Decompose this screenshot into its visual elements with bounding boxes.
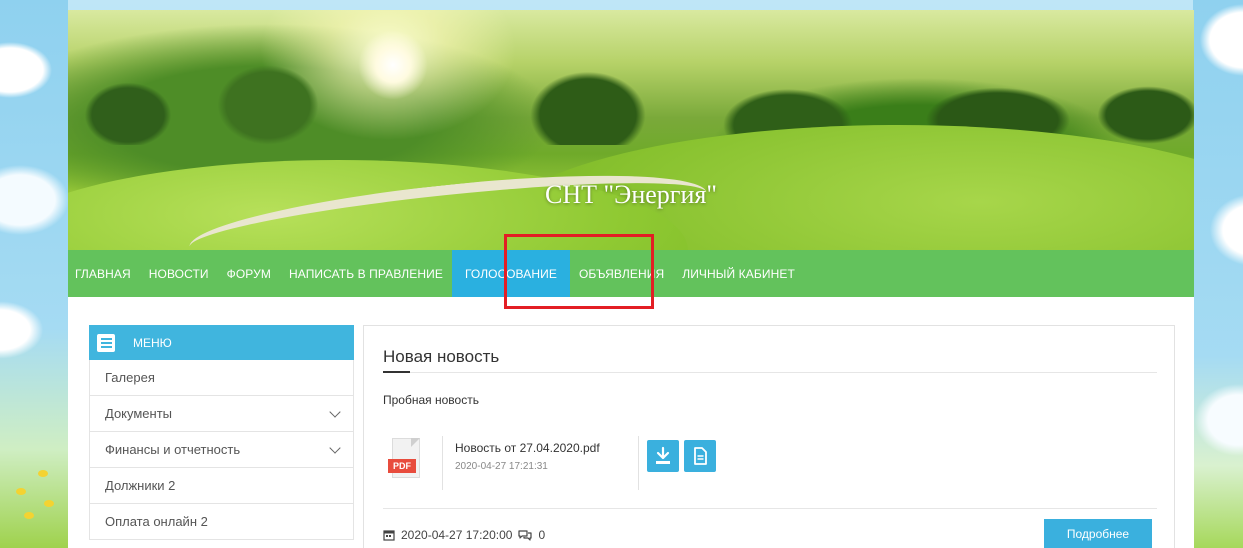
main-navbar: ГЛАВНАЯ НОВОСТИ ФОРУМ НАПИСАТЬ В ПРАВЛЕН… bbox=[68, 250, 1194, 297]
attachment-row: PDF Новость от 27.04.2020.pdf 2020-04-27… bbox=[383, 436, 763, 494]
download-icon bbox=[656, 446, 670, 464]
flower-decoration bbox=[24, 512, 34, 519]
view-document-button[interactable] bbox=[684, 440, 716, 472]
sidebar-menu: МЕНЮ Галерея Документы Финансы и отчетно… bbox=[89, 325, 354, 540]
menu-icon bbox=[97, 333, 115, 352]
attachment-filename: Новость от 27.04.2020.pdf bbox=[455, 441, 600, 455]
download-button[interactable] bbox=[647, 440, 679, 472]
attachment-date: 2020-04-27 17:21:31 bbox=[455, 461, 548, 472]
sidebar-item-finance[interactable]: Финансы и отчетность bbox=[89, 432, 354, 468]
chevron-down-icon bbox=[329, 441, 341, 454]
page-container: СНТ "Энергия" ГЛАВНАЯ НОВОСТИ ФОРУМ НАПИ… bbox=[68, 10, 1194, 548]
background-sky-left bbox=[0, 0, 68, 548]
nav-item-forum[interactable]: ФОРУМ bbox=[218, 250, 280, 297]
comments-count: 0 bbox=[538, 528, 546, 542]
sidebar-item-label: Оплата онлайн 2 bbox=[105, 514, 208, 529]
sidebar-item-gallery[interactable]: Галерея bbox=[89, 360, 354, 396]
attachment-separator bbox=[638, 436, 639, 490]
flower-decoration bbox=[16, 488, 26, 495]
nav-item-write-board[interactable]: НАПИСАТЬ В ПРАВЛЕНИЕ bbox=[280, 250, 452, 297]
site-title: СНТ "Энергия" bbox=[545, 180, 717, 209]
news-card: Новая новость Пробная новость PDF Новост… bbox=[363, 325, 1175, 548]
sidebar-item-online-payment[interactable]: Оплата онлайн 2 bbox=[89, 504, 354, 540]
banner-sun bbox=[358, 30, 428, 100]
nav-item-news[interactable]: НОВОСТИ bbox=[140, 250, 218, 297]
chevron-down-icon bbox=[329, 405, 341, 418]
read-more-button[interactable]: Подробнее bbox=[1044, 519, 1152, 548]
sidebar-item-documents[interactable]: Документы bbox=[89, 396, 354, 432]
news-divider bbox=[383, 508, 1157, 509]
menu-header[interactable]: МЕНЮ bbox=[89, 325, 354, 360]
nav-item-announcements[interactable]: ОБЪЯВЛЕНИЯ bbox=[570, 250, 673, 297]
header-banner: СНТ "Энергия" bbox=[68, 10, 1194, 250]
nav-item-home[interactable]: ГЛАВНАЯ bbox=[68, 250, 140, 297]
sidebar-item-label: Должники 2 bbox=[105, 478, 176, 493]
news-title: Новая новость bbox=[383, 347, 500, 366]
background-sky-right bbox=[1193, 0, 1243, 548]
title-accent-line bbox=[383, 371, 410, 373]
sidebar-item-debtors[interactable]: Должники 2 bbox=[89, 468, 354, 504]
nav-item-personal-account[interactable]: ЛИЧНЫЙ КАБИНЕТ bbox=[673, 250, 804, 297]
comments-icon bbox=[518, 530, 533, 541]
sidebar-item-label: Финансы и отчетность bbox=[105, 442, 241, 457]
flower-decoration bbox=[38, 470, 48, 477]
pdf-file-icon: PDF bbox=[388, 438, 422, 480]
news-text: Пробная новость bbox=[383, 393, 479, 407]
news-meta: 2020-04-27 17:20:00 0 bbox=[383, 528, 545, 542]
nav-item-voting[interactable]: ГОЛОСОВАНИЕ bbox=[451, 250, 570, 297]
news-date: 2020-04-27 17:20:00 bbox=[401, 528, 513, 542]
calendar-icon bbox=[383, 530, 395, 541]
title-divider bbox=[383, 372, 1157, 373]
document-icon bbox=[694, 447, 707, 465]
menu-header-label: МЕНЮ bbox=[133, 335, 172, 350]
flower-decoration bbox=[44, 500, 54, 507]
attachment-separator bbox=[442, 436, 443, 490]
pdf-label: PDF bbox=[388, 459, 416, 473]
sidebar-item-label: Документы bbox=[105, 406, 173, 421]
sidebar-item-label: Галерея bbox=[105, 370, 155, 385]
